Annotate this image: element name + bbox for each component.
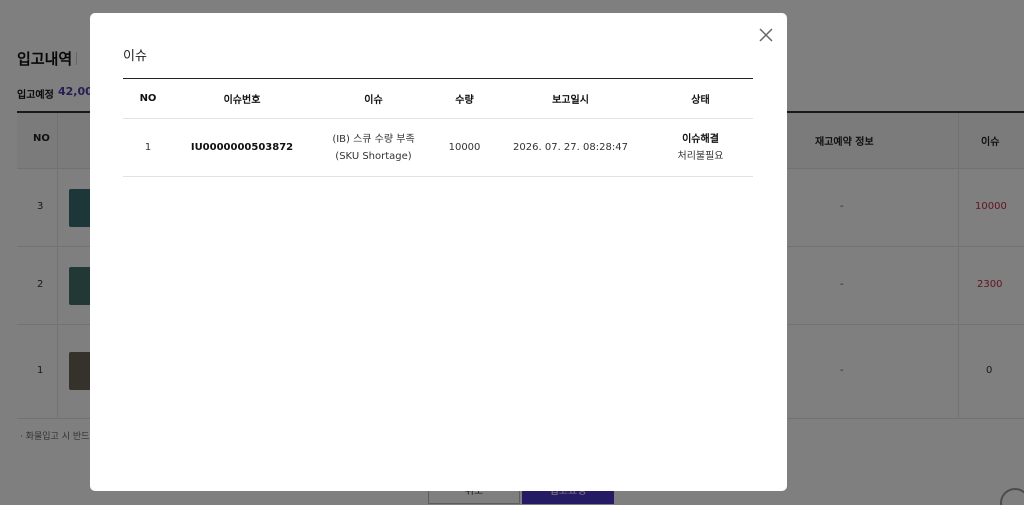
issue-row-no: 1 <box>144 142 152 153</box>
issue-modal: 이슈 NO 이슈번호 이슈 수량 보고일시 상태 1 IU00000005038… <box>90 13 787 491</box>
status-sub: 처리불필요 <box>677 150 724 162</box>
column-header-issue-number: 이슈번호 <box>223 95 261 106</box>
issue-number: IU0000000503872 <box>190 142 294 153</box>
column-header-no: NO <box>139 93 157 104</box>
close-icon-glyph <box>759 28 773 42</box>
issue-table: NO 이슈번호 이슈 수량 보고일시 상태 1 IU0000000503872 … <box>123 78 753 177</box>
issue-reported-at: 2026. 07. 27. 08:28:47 <box>513 142 628 153</box>
close-icon[interactable] <box>757 26 775 44</box>
table-row: 1 IU0000000503872 (IB) 스큐 수량 부족 (SKU Sho… <box>123 119 753 177</box>
issue-description-line2: (SKU Shortage) <box>335 150 412 162</box>
issue-description-line1: (IB) 스큐 수량 부족 <box>332 133 415 145</box>
status-main: 이슈해결 <box>682 133 719 145</box>
column-header-quantity: 수량 <box>455 95 474 106</box>
issue-status: 이슈해결 처리불필요 <box>648 119 753 177</box>
modal-title: 이슈 <box>123 49 147 64</box>
column-header-reported-at: 보고일시 <box>552 95 589 106</box>
column-header-status: 상태 <box>691 95 710 106</box>
issue-quantity: 10000 <box>448 142 481 153</box>
column-header-issue: 이슈 <box>364 95 383 106</box>
issue-table-header-row: NO 이슈번호 이슈 수량 보고일시 상태 <box>123 78 753 119</box>
issue-description: (IB) 스큐 수량 부족 (SKU Shortage) <box>311 119 436 177</box>
